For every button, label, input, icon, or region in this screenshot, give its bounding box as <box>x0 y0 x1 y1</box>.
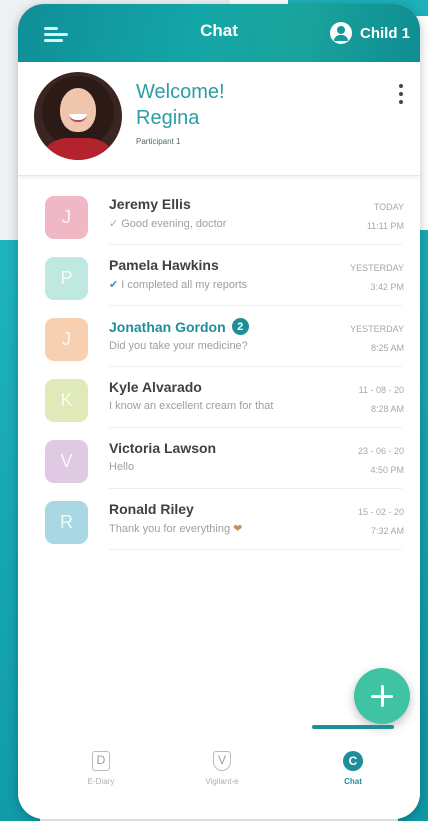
plus-icon <box>380 685 384 707</box>
chat-time: 11:11 PM <box>366 221 404 231</box>
chat-preview: I know an excellent cream for that <box>109 400 274 412</box>
chat-row-jeremy-ellis[interactable]: J Jeremy Ellis ✓ Good evening, doctor TOD… <box>18 184 420 245</box>
chat-time: 7:32 AM <box>370 526 404 536</box>
chat-avatar: R <box>45 501 88 544</box>
chat-avatar: J <box>45 196 88 239</box>
tab-e-diary[interactable]: D E-Diary <box>56 751 146 786</box>
chat-time: 4:50 PM <box>370 465 404 475</box>
chat-time: 8:25 AM <box>370 343 404 353</box>
welcome-text: Welcome! <box>136 81 225 103</box>
vigilant-e-icon: V <box>213 751 231 771</box>
active-tab-indicator <box>312 725 394 729</box>
phone-screen: Chat Child 1 Welcome! Regina Participant… <box>18 4 420 819</box>
chat-meta: 11 - 08 - 20 8:28 AM <box>359 381 404 419</box>
chat-name: Ronald Riley <box>109 501 194 517</box>
chat-preview: ✓ Good evening, doctor <box>109 218 227 230</box>
chat-row-kyle-alvarado[interactable]: K Kyle Alvarado I know an excellent crea… <box>18 367 420 428</box>
chat-meta: YESTERDAY 3:42 PM <box>350 259 404 297</box>
bottom-nav: D E-Diary V Vigilant-e C Chat <box>18 725 420 819</box>
profile-photo <box>34 72 122 160</box>
chat-avatar: V <box>45 440 88 483</box>
chat-row-pamela-hawkins[interactable]: P Pamela Hawkins ✔ I completed all my rep… <box>18 245 420 306</box>
tab-label: Vigilant-e <box>205 777 239 786</box>
chat-name: Victoria Lawson <box>109 440 217 456</box>
chat-row-ronald-riley[interactable]: R Ronald Riley Thank you for everything ❤… <box>18 489 420 550</box>
account-switcher[interactable]: Child 1 <box>329 22 410 44</box>
chat-name: Jonathan Gordon 2 <box>109 318 300 335</box>
chat-avatar: J <box>45 318 88 361</box>
tab-chat[interactable]: C Chat <box>308 751 398 786</box>
profile-header: Welcome! Regina Participant 1 <box>18 62 420 176</box>
more-vertical-icon[interactable] <box>394 82 408 108</box>
chat-icon: C <box>343 751 363 771</box>
chat-name: Kyle Alvarado <box>109 379 202 395</box>
chat-date: YESTERDAY <box>350 263 404 273</box>
heart-emoji-icon: ❤ <box>233 523 243 535</box>
tab-label: Chat <box>344 777 362 786</box>
chat-meta: 15 - 02 - 20 7:32 AM <box>358 503 404 541</box>
chat-date: TODAY <box>373 202 404 212</box>
divider <box>109 549 402 550</box>
chat-meta: 23 - 06 - 20 4:50 PM <box>358 442 404 480</box>
tab-vigilant-e[interactable]: V Vigilant-e <box>177 751 267 786</box>
chat-preview: ✔ I completed all my reports <box>109 279 248 291</box>
new-chat-button[interactable] <box>354 668 410 724</box>
tab-label: E-Diary <box>87 777 115 786</box>
check-icon: ✓ <box>109 218 119 230</box>
chat-avatar: P <box>45 257 88 300</box>
chat-avatar: K <box>45 379 88 422</box>
app-bar: Chat Child 1 <box>18 4 420 62</box>
chat-name: Pamela Hawkins <box>109 257 219 273</box>
unread-badge: 2 <box>231 318 249 335</box>
chat-name: Jeremy Ellis <box>109 196 191 212</box>
chat-row-victoria-lawson[interactable]: V Victoria Lawson Hello 23 - 06 - 20 4:5… <box>18 428 420 489</box>
chat-row-jonathan-gordon[interactable]: J Jonathan Gordon 2 Did you take your med… <box>18 306 420 367</box>
e-diary-icon: D <box>92 751 110 771</box>
chat-date: 15 - 02 - 20 <box>357 507 404 517</box>
chat-preview: Did you take your medicine? <box>109 340 248 352</box>
chat-preview: Thank you for everything ❤ <box>109 523 243 535</box>
account-label: Child 1 <box>359 24 410 42</box>
chat-meta: TODAY 11:11 PM <box>367 198 404 236</box>
chat-date: 23 - 06 - 20 <box>357 446 404 456</box>
profile-name: Regina <box>136 107 200 129</box>
participant-label: Participant 1 <box>136 137 181 146</box>
chat-date: 11 - 08 - 20 <box>358 385 404 395</box>
double-check-icon: ✔ <box>109 279 119 291</box>
chat-list: J Jeremy Ellis ✓ Good evening, doctor TOD… <box>18 184 420 550</box>
chat-date: YESTERDAY <box>350 324 404 334</box>
chat-meta: YESTERDAY 8:25 AM <box>350 320 404 358</box>
chat-time: 3:42 PM <box>370 282 404 292</box>
chat-time: 8:28 AM <box>370 404 404 414</box>
user-circle-icon <box>329 22 352 44</box>
chat-preview: Hello <box>109 461 135 473</box>
